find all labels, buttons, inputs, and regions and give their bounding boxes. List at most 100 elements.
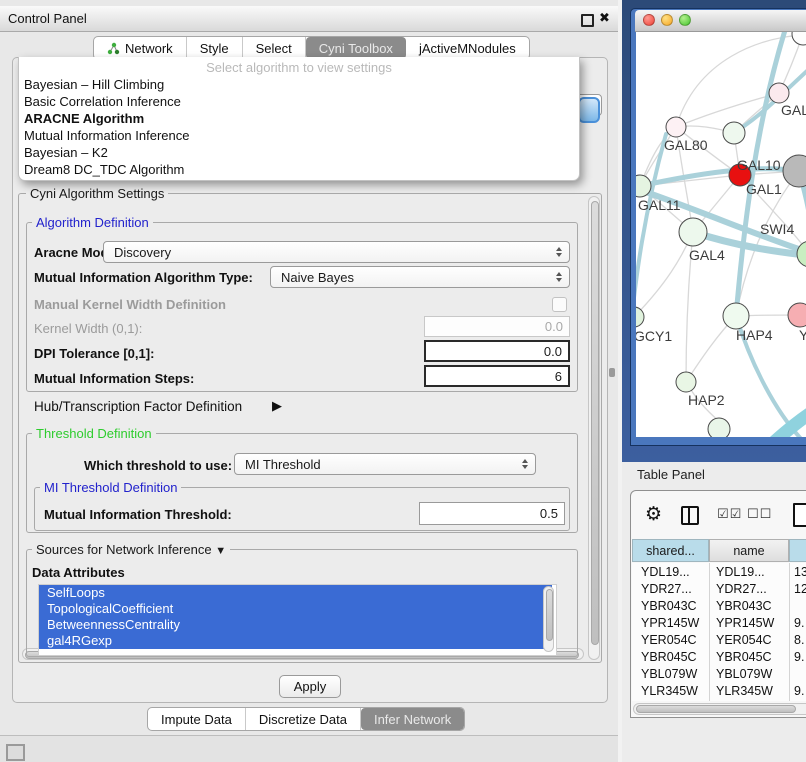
column-header-name[interactable]: name xyxy=(709,539,789,562)
hub-definition-label[interactable]: Hub/Transcription Factor Definition xyxy=(34,399,242,414)
export-table-icon[interactable] xyxy=(793,503,806,527)
table-cell[interactable]: 13 xyxy=(794,564,806,581)
aracne-mode-combo[interactable]: Discovery xyxy=(103,241,570,263)
table-cell[interactable]: YBL079W xyxy=(716,666,772,683)
network-view-window[interactable]: GAL8 GAL80 GAL10 GAL1 GAL11 GAL4 SWI4 GC… xyxy=(630,8,806,446)
close-panel-icon[interactable]: ✖ xyxy=(599,10,610,26)
panel-splitter[interactable] xyxy=(618,0,622,762)
deselect-all-checkboxes-icon[interactable]: ☐☐ xyxy=(747,506,772,522)
table-cell[interactable]: YBR045C xyxy=(641,649,697,666)
table-cell[interactable]: YBR043C xyxy=(641,598,697,615)
table-cell[interactable]: YDL19... xyxy=(716,564,765,581)
table-horizontal-scrollbar[interactable] xyxy=(633,703,806,715)
tab-discretize-data[interactable]: Discretize Data xyxy=(246,708,361,730)
dpi-tolerance-field[interactable]: 0.0 xyxy=(424,340,570,362)
node-gal80[interactable] xyxy=(666,117,686,137)
node-swi4[interactable] xyxy=(797,241,806,267)
table-cell[interactable]: YER054C xyxy=(716,632,772,649)
which-threshold-combo[interactable]: MI Threshold xyxy=(234,453,536,475)
mi-type-combo[interactable]: Naive Bayes xyxy=(270,266,570,288)
attribute-item[interactable]: gal4RGexp xyxy=(39,633,552,649)
network-window-titlebar[interactable] xyxy=(635,10,806,32)
settings-vertical-scrollbar[interactable] xyxy=(588,196,600,660)
attribute-item[interactable]: BetweennessCentrality xyxy=(39,617,552,633)
manual-kernel-checkbox[interactable] xyxy=(552,297,567,312)
table-cell[interactable]: YIL052C xyxy=(716,700,765,701)
node-gal8[interactable] xyxy=(769,83,789,103)
scrollbar-thumb[interactable] xyxy=(636,705,796,713)
table-cell[interactable]: 9. xyxy=(794,683,804,700)
tab-style[interactable]: Style xyxy=(187,37,243,59)
zoom-traffic-light-icon[interactable] xyxy=(679,14,691,26)
table-cell[interactable]: 9. xyxy=(794,649,804,666)
dropdown-item-selected[interactable]: ARACNE Algorithm xyxy=(19,110,579,127)
table-cell[interactable]: 9. xyxy=(794,700,804,701)
table-cell[interactable]: YPR145W xyxy=(641,615,699,632)
table-cell[interactable]: YLR345W xyxy=(641,683,698,700)
node-partial-top[interactable] xyxy=(792,32,806,45)
combo-spinner-icon xyxy=(522,459,528,469)
node-partial-bottom[interactable] xyxy=(708,418,730,437)
dropdown-item[interactable]: Bayesian – K2 xyxy=(19,144,579,161)
table-cell[interactable]: YDR27... xyxy=(716,581,767,598)
tab-network[interactable]: Network xyxy=(94,37,187,59)
network-canvas[interactable]: GAL8 GAL80 GAL10 GAL1 GAL11 GAL4 SWI4 GC… xyxy=(636,32,806,437)
dropdown-item[interactable]: Bayesian – Hill Climbing xyxy=(19,76,579,93)
dropdown-item[interactable]: Dream8 DC_TDC Algorithm xyxy=(19,161,579,178)
tab-infer-network[interactable]: Infer Network xyxy=(361,708,464,730)
column-header-shared-name[interactable]: shared... xyxy=(632,539,709,562)
attribute-item[interactable]: SelfLoops xyxy=(39,585,552,601)
mi-steps-field[interactable]: 6 xyxy=(424,365,570,387)
table-cell[interactable]: 8. xyxy=(794,632,804,649)
table-cell[interactable]: YER054C xyxy=(641,632,697,649)
table-cell[interactable]: YBL079W xyxy=(641,666,697,683)
scrollbar-thumb[interactable] xyxy=(591,201,599,645)
splitter-handle-icon[interactable] xyxy=(609,368,615,377)
node-label: GAL11 xyxy=(638,197,681,213)
node-gal4[interactable] xyxy=(679,218,707,246)
node-y[interactable] xyxy=(788,303,806,327)
dropdown-item[interactable]: Mutual Information Inference xyxy=(19,127,579,144)
node-gal10[interactable] xyxy=(723,122,745,144)
attributes-list-scrollbar[interactable] xyxy=(543,586,554,652)
column-layout-icon[interactable] xyxy=(681,506,699,525)
close-traffic-light-icon[interactable] xyxy=(643,14,655,26)
table-body[interactable]: YDL19... YDL19... 13 YDR27... YDR27... 1… xyxy=(632,563,806,701)
sources-group-title[interactable]: Sources for Network Inference ▼ xyxy=(32,542,230,557)
table-cell[interactable]: YBR043C xyxy=(716,598,772,615)
table-cell[interactable]: YBR045C xyxy=(716,649,772,666)
float-window-icon[interactable] xyxy=(581,14,594,27)
select-all-checkboxes-icon[interactable]: ☑☑ xyxy=(717,506,742,522)
node-gcy1[interactable] xyxy=(636,307,644,327)
table-cell[interactable]: 12 xyxy=(794,581,806,598)
apply-button[interactable]: Apply xyxy=(279,675,341,698)
kernel-width-field[interactable]: 0.0 xyxy=(424,316,570,337)
tab-jactivemnodules[interactable]: jActiveMNodules xyxy=(406,37,529,59)
scrollbar-thumb[interactable] xyxy=(546,589,553,641)
column-header-partial[interactable]: A xyxy=(789,539,806,562)
dropdown-item[interactable]: Basic Correlation Inference xyxy=(19,93,579,110)
gear-icon[interactable]: ⚙ xyxy=(645,505,662,524)
minimize-traffic-light-icon[interactable] xyxy=(661,14,673,26)
node-hap2[interactable] xyxy=(676,372,696,392)
table-cell[interactable]: YIL052C xyxy=(641,700,690,701)
tab-impute-data[interactable]: Impute Data xyxy=(148,708,246,730)
mi-threshold-field[interactable]: 0.5 xyxy=(419,502,565,525)
table-cell[interactable]: YPR145W xyxy=(716,615,774,632)
collapsed-arrow-icon[interactable]: ▶ xyxy=(272,398,282,414)
combo-spinner-focused-icon[interactable] xyxy=(578,97,600,123)
table-cell[interactable]: 9. xyxy=(794,615,804,632)
tab-cyni-toolbox[interactable]: Cyni Toolbox xyxy=(306,37,406,59)
table-cell[interactable]: YDL19... xyxy=(641,564,690,581)
node-hap4[interactable] xyxy=(723,303,749,329)
node-gray[interactable] xyxy=(783,155,806,187)
node-label: GAL4 xyxy=(689,247,725,263)
collapsed-panel-icon[interactable] xyxy=(6,744,25,761)
control-panel-titlebar[interactable]: Control Panel ✖ xyxy=(0,6,618,32)
tab-select[interactable]: Select xyxy=(243,37,306,59)
attribute-item[interactable]: TopologicalCoefficient xyxy=(39,601,552,617)
table-cell[interactable]: YDR27... xyxy=(641,581,692,598)
table-cell[interactable]: YLR345W xyxy=(716,683,773,700)
table-panel-window[interactable]: ⚙ ☑☑ ☐☐ shared... name A YDL19... YDL19.… xyxy=(630,490,806,718)
data-attributes-list[interactable]: SelfLoops TopologicalCoefficient Between… xyxy=(38,584,557,656)
